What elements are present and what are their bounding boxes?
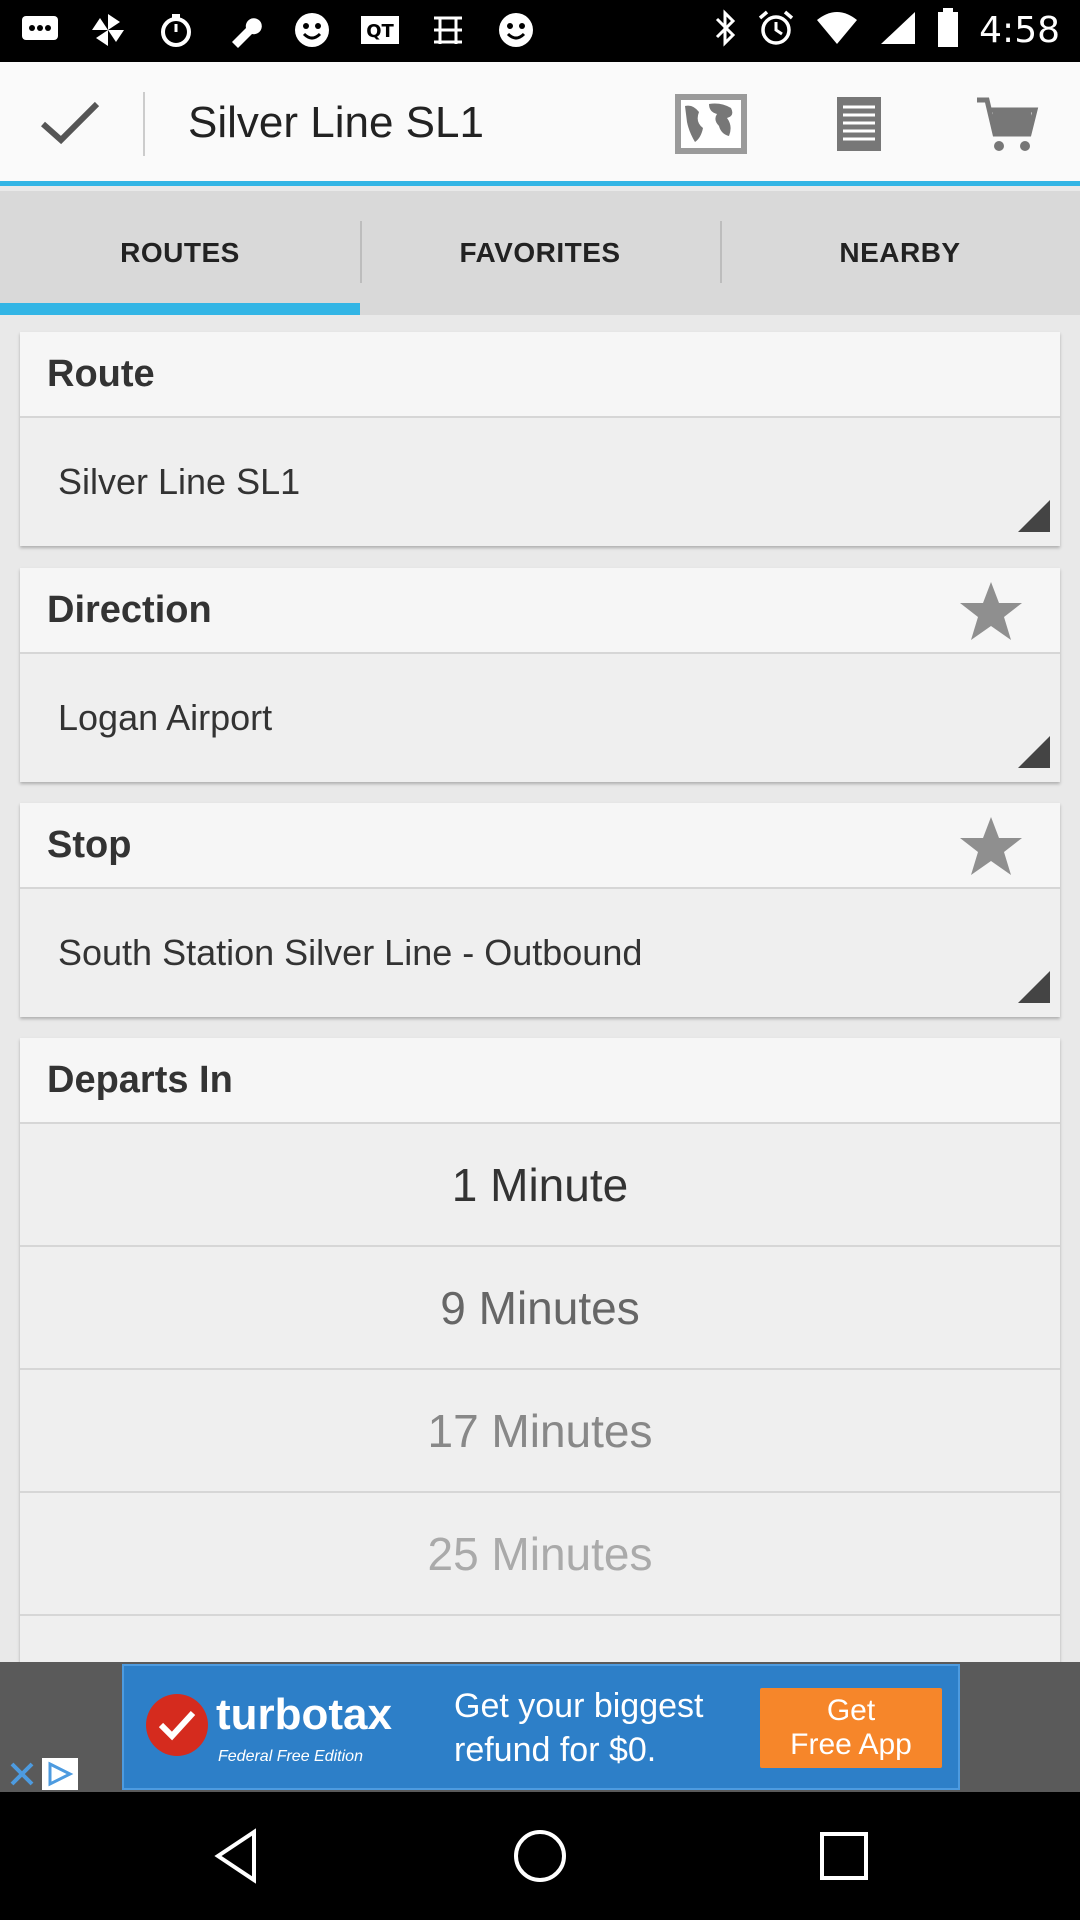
done-button[interactable] [30, 90, 110, 160]
section-title: Departs In [47, 1058, 233, 1101]
cart-button[interactable] [962, 88, 1052, 164]
route-card: Route Silver Line SL1 [20, 332, 1060, 546]
qt-icon: QT [360, 10, 400, 50]
wifi-icon [815, 10, 859, 51]
dropdown-triangle-icon [1018, 500, 1050, 532]
check-icon [39, 100, 101, 151]
ad-line: refund for $0. [454, 1731, 657, 1769]
section-title: Stop [47, 823, 132, 866]
action-bar: Silver Line SL1 [0, 62, 1080, 186]
departure-time: 17 Minutes [427, 1404, 653, 1457]
departure-row[interactable]: 25 Minutes [20, 1493, 1060, 1616]
ad-creative[interactable]: turbotax Federal Free Edition Get your b… [122, 1664, 960, 1790]
ad-brand: turbotax [216, 1690, 392, 1739]
list-icon [835, 95, 883, 158]
tab-label: ROUTES [120, 237, 240, 268]
bluetooth-icon [713, 9, 737, 52]
section-title: Direction [47, 588, 212, 631]
direction-spinner[interactable]: Logan Airport [20, 654, 1060, 782]
departure-time: 1 Minute [451, 1158, 629, 1211]
direction-card: Direction Logan Airport [20, 568, 1060, 782]
dropdown-triangle-icon [1018, 971, 1050, 1003]
cta-line: Free App [790, 1728, 912, 1761]
tab-bar: ROUTES FAVORITES NEARBY [0, 191, 1080, 315]
alarm-icon [757, 9, 795, 52]
status-bar: QT 4:58 [0, 0, 1080, 62]
pinwheel-icon [88, 10, 128, 50]
list-button[interactable] [814, 88, 904, 164]
notification-icons: QT [20, 10, 536, 50]
departures-header: Departs In [20, 1038, 1060, 1124]
ad-subtitle: Federal Free Edition [218, 1748, 363, 1765]
map-button[interactable] [666, 88, 756, 164]
smiley-icon [496, 10, 536, 50]
battery-icon [937, 8, 959, 53]
stop-header: Stop [20, 803, 1060, 889]
ad-message: Get your biggest refund for $0. [454, 1684, 703, 1772]
departure-row[interactable] [20, 1616, 1060, 1662]
stop-spinner[interactable]: South Station Silver Line - Outbound [20, 889, 1060, 1017]
ad-close-icon[interactable] [6, 1758, 38, 1790]
ad-banner[interactable]: turbotax Federal Free Edition Get your b… [0, 1662, 1080, 1792]
home-icon[interactable] [510, 1826, 570, 1886]
tab-routes[interactable]: ROUTES [0, 191, 360, 315]
departure-row[interactable]: 17 Minutes [20, 1370, 1060, 1493]
signal-icon [879, 10, 917, 51]
get-free-app-button[interactable]: Get Free App [760, 1688, 942, 1768]
routes-content: Route Silver Line SL1 Direction Logan Ai… [0, 320, 1080, 1662]
clock: 4:58 [979, 10, 1060, 51]
tab-nearby[interactable]: NEARBY [720, 191, 1080, 315]
tab-label: NEARBY [839, 237, 961, 268]
wrench-icon [224, 10, 264, 50]
stop-card: Stop South Station Silver Line - Outboun… [20, 803, 1060, 1017]
turbotax-check-icon [146, 1694, 208, 1756]
departure-time: 9 Minutes [440, 1281, 640, 1334]
departure-row[interactable]: 9 Minutes [20, 1247, 1060, 1370]
divider [143, 92, 145, 156]
direction-header: Direction [20, 568, 1060, 654]
spinner-value: South Station Silver Line - Outbound [58, 932, 643, 973]
ad-line: Get your biggest [454, 1687, 704, 1725]
chinese-icon [428, 10, 468, 50]
recents-icon[interactable] [814, 1826, 874, 1886]
ad-choices-icon[interactable] [42, 1758, 78, 1790]
dropdown-triangle-icon [1018, 736, 1050, 768]
spinner-value: Logan Airport [58, 697, 273, 738]
smiley-icon [292, 10, 332, 50]
cart-icon [975, 94, 1039, 159]
map-icon [673, 92, 749, 161]
page-title: Silver Line SL1 [188, 98, 484, 147]
timer-icon [156, 10, 196, 50]
svg-text:QT: QT [366, 21, 394, 42]
favorite-star-icon[interactable] [958, 580, 1024, 642]
route-spinner[interactable]: Silver Line SL1 [20, 418, 1060, 546]
navigation-bar [0, 1792, 1080, 1920]
back-icon[interactable] [208, 1826, 268, 1886]
route-header: Route [20, 332, 1060, 418]
spinner-value: Silver Line SL1 [58, 461, 301, 502]
departures-card: Departs In 1 Minute 9 Minutes 17 Minutes… [20, 1038, 1060, 1662]
departure-time: 25 Minutes [427, 1527, 653, 1580]
cta-line: Get [826, 1694, 876, 1727]
departure-row[interactable]: 1 Minute [20, 1124, 1060, 1247]
tab-label: FAVORITES [459, 237, 621, 268]
section-title: Route [47, 352, 155, 395]
system-icons: 4:58 [713, 8, 1060, 53]
chat-icon [20, 10, 60, 50]
tab-favorites[interactable]: FAVORITES [360, 191, 720, 315]
favorite-star-icon[interactable] [958, 815, 1024, 877]
